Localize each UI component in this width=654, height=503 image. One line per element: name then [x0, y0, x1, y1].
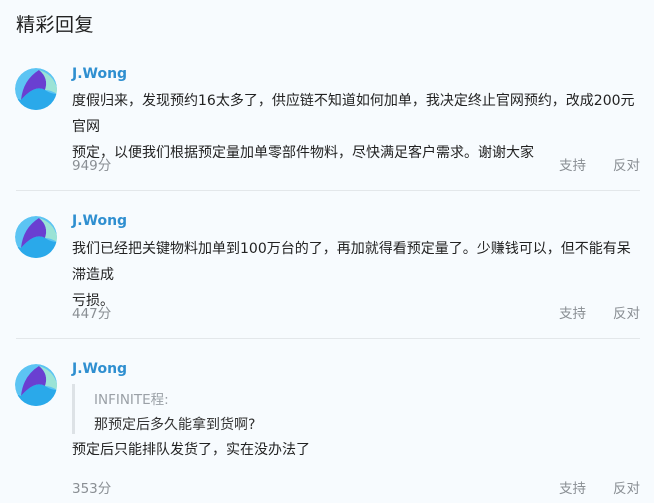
comment-author[interactable]: J.Wong	[72, 361, 127, 377]
comment-divider	[16, 190, 640, 191]
comment-text: 预定后只能排队发货了，实在没办法了	[72, 437, 644, 463]
comment-score: 353分	[72, 481, 112, 497]
comment-text-line: 度假归来，发现预约16太多了，供应链不知道如何加单，我决定终止官网预约，改成20…	[72, 93, 635, 135]
comment-divider	[16, 338, 640, 339]
comment-author[interactable]: J.Wong	[72, 66, 127, 82]
quote-text: 那预定后多久能拿到货啊?	[94, 417, 256, 433]
avatar[interactable]	[15, 68, 57, 110]
quote-bar	[72, 384, 75, 434]
avatar[interactable]	[15, 216, 57, 258]
oppose-button[interactable]: 反对	[613, 154, 640, 174]
comment-author[interactable]: J.Wong	[72, 213, 127, 229]
support-button[interactable]: 支持	[559, 154, 586, 174]
comment-text-line: 预定后只能排队发货了，实在没办法了	[72, 442, 310, 458]
oppose-button[interactable]: 反对	[613, 477, 640, 497]
oppose-button[interactable]: 反对	[613, 302, 640, 322]
quote-author: INFINITE程:	[94, 392, 169, 408]
avatar-icon	[15, 68, 57, 110]
avatar[interactable]	[15, 364, 57, 406]
support-button[interactable]: 支持	[559, 477, 586, 497]
comment-score: 949分	[72, 158, 112, 174]
support-button[interactable]: 支持	[559, 302, 586, 322]
avatar-icon	[15, 216, 57, 258]
comment-text-line: 我们已经把关键物料加单到100万台的了，再加就得看预定量了。少赚钱可以，但不能有…	[72, 241, 631, 283]
section-title: 精彩回复	[16, 14, 95, 36]
avatar-icon	[15, 364, 57, 406]
comment-score: 447分	[72, 306, 112, 322]
